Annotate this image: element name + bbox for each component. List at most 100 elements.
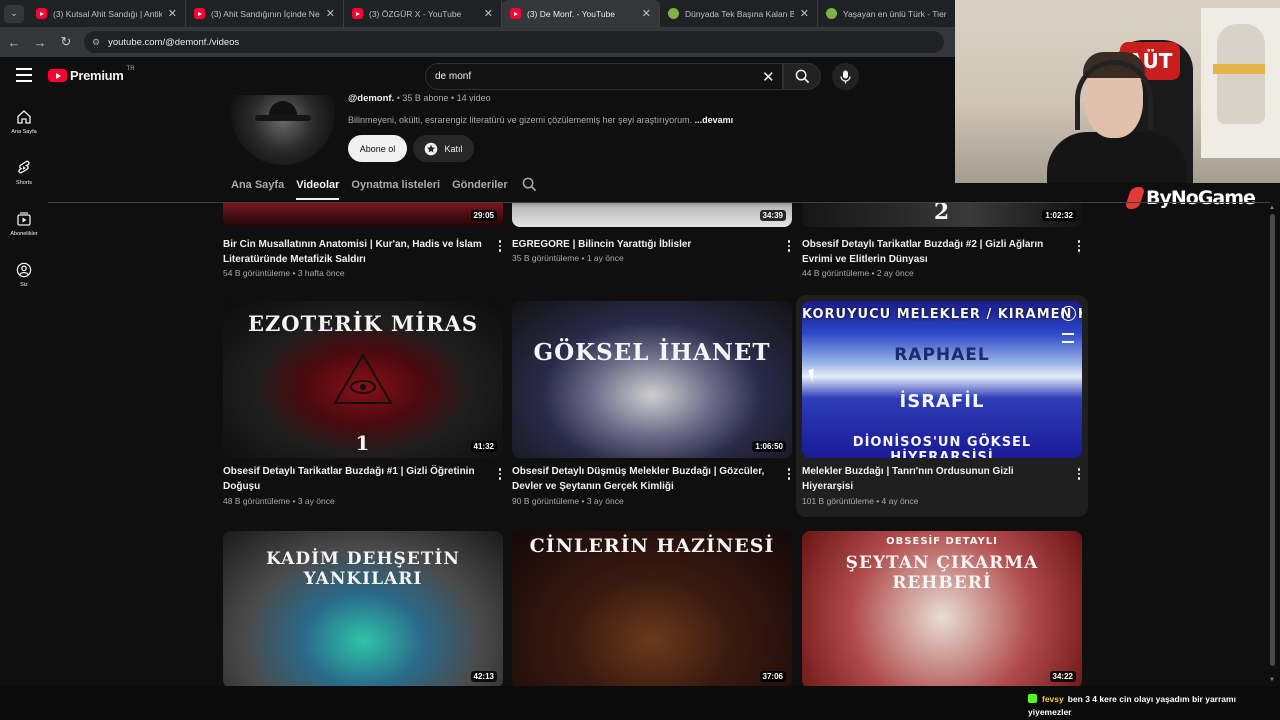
video-thumbnail[interactable]: GÖKSEL İHANET 1:06:50 [512, 301, 792, 458]
close-tab-icon[interactable]: ✕ [484, 7, 493, 20]
browser-tab-active[interactable]: (3) De Monf. - YouTube ✕ [502, 0, 660, 27]
tab-search-dropdown-icon[interactable]: ⌄ [4, 4, 24, 23]
browser-tab[interactable]: (3) Kutsal Ahit Sandığı | Antik M ✕ [28, 0, 186, 27]
watch-later-icon[interactable] [1061, 306, 1076, 321]
add-to-queue-icon[interactable] [1062, 333, 1074, 343]
video-meta: 54 B görüntüleme • 3 hafta önce [223, 268, 345, 278]
subscriber-count: 35 B abone [402, 93, 449, 103]
close-tab-icon[interactable]: ✕ [168, 7, 177, 20]
menu-icon[interactable] [16, 68, 32, 82]
channel-description[interactable]: Bilinmeyeni, okülti, esrarengiz literatü… [348, 115, 733, 125]
search-query: de monf [435, 71, 472, 82]
back-icon[interactable]: ← [2, 30, 26, 54]
channel-avatar[interactable] [231, 95, 335, 165]
video-thumbnail[interactable]: EZOTERİK MİRAS 1 41:32 [223, 301, 503, 458]
sidebar-item-home[interactable]: Ana Sayfa [0, 100, 48, 151]
browser-tab[interactable]: Yaşayan en ünlü Türk - Tier List [818, 0, 954, 27]
channel-search-icon[interactable] [522, 177, 537, 197]
description-text: Bilinmeyeni, okülti, esrarengiz literatü… [348, 115, 693, 125]
search-input[interactable]: de monf [425, 63, 783, 90]
video-thumbnail[interactable]: KADİM DEHŞETİN YANKILARI 42:13 [223, 531, 503, 686]
video-thumbnail[interactable]: KORUYUCU MELEKLER / KİRÂMEN KÂTİBİN RAPH… [802, 301, 1082, 458]
thumbnail-text: KADİM DEHŞETİN YANKILARI [266, 549, 460, 589]
video-thumbnail[interactable]: CİNLERİN HAZİNESİ 37:06 [512, 531, 792, 686]
youtube-icon [510, 8, 521, 19]
video-title[interactable]: Obsesif Detaylı Düşmüş Melekler Buzdağı … [512, 464, 774, 494]
scroll-up-icon[interactable]: ▲ [1269, 205, 1275, 211]
browser-tab-title: Dünyada Tek Başına Kalan Bir İr [685, 8, 794, 19]
tab-videos[interactable]: Videolar [296, 178, 340, 200]
youtube-logo[interactable]: Premium TR [48, 66, 135, 83]
sidebar-item-shorts[interactable]: Shorts [0, 151, 48, 202]
reload-icon[interactable]: ↻ [54, 30, 78, 54]
search-button[interactable] [783, 63, 821, 90]
video-title[interactable]: Obsesif Detaylı Tarikatlar Buzdağı #1 | … [223, 464, 485, 494]
browser-tab[interactable]: Dünyada Tek Başına Kalan Bir İr ✕ [660, 0, 818, 27]
browser-tab-title: (3) De Monf. - YouTube [527, 8, 616, 19]
upload-age: 2 ay önce [876, 268, 914, 278]
streamer-body [1047, 132, 1187, 183]
more-link[interactable]: ...devamı [695, 115, 734, 125]
thumbnail-text: ŞEYTAN ÇIKARMA REHBERİ [845, 553, 1039, 593]
video-title[interactable]: EGREGORE | Bilincin Yarattığı İblisler [512, 237, 774, 252]
video-title[interactable]: Obsesif Detaylı Tarikatlar Buzdağı #2 | … [802, 237, 1064, 267]
close-tab-icon[interactable]: ✕ [800, 7, 809, 20]
video-thumbnail[interactable]: 29:05 [223, 203, 503, 227]
youtube-icon [352, 8, 363, 19]
browser-tab[interactable]: (3) ÖZGÜR X - YouTube ✕ [344, 0, 502, 27]
channel-tabs: Ana Sayfa Videolar Oynatma listeleri Gön… [231, 177, 537, 200]
video-card[interactable]: GÖKSEL İHANET 1:06:50 Obsesif Detaylı Dü… [512, 301, 792, 511]
tab-home[interactable]: Ana Sayfa [231, 178, 284, 200]
tab-posts[interactable]: Gönderiler [452, 178, 508, 200]
webcam-overlay: AÜT [955, 0, 1280, 183]
upload-age: 3 ay önce [586, 496, 624, 506]
thumbnail-subtext: OBSESİF DETAYLI [886, 536, 998, 547]
more-actions-icon[interactable] [784, 239, 794, 253]
video-title[interactable]: Melekler Buzdağı | Tanrı'nın Ordusunun G… [802, 464, 1064, 494]
headset [1075, 60, 1153, 130]
more-actions-icon[interactable] [784, 467, 794, 481]
close-tab-icon[interactable]: ✕ [326, 7, 335, 20]
more-actions-icon[interactable] [495, 239, 505, 253]
voice-search-button[interactable] [832, 63, 859, 90]
video-title[interactable]: Bir Cin Musallatının Anatomisi | Kur'an,… [223, 237, 485, 267]
video-thumbnail[interactable]: OBSESİF DETAYLI ŞEYTAN ÇIKARMA REHBERİ 3… [802, 531, 1082, 686]
scroll-down-icon[interactable]: ▼ [1269, 677, 1275, 683]
video-card[interactable]: 2 1:02:32 Obsesif Detaylı Tarikatlar Buz… [802, 203, 1082, 283]
browser-tab[interactable]: (3) Ahit Sandığının İçinde Ne Va ✕ [186, 0, 344, 27]
forward-icon[interactable]: → [28, 30, 52, 54]
sidebar-item-label: Ana Sayfa [11, 129, 37, 135]
more-actions-icon[interactable] [1074, 467, 1084, 481]
view-count: 35 B görüntüleme [512, 253, 580, 263]
close-tab-icon[interactable]: ✕ [642, 7, 651, 20]
video-thumbnail[interactable]: 2 1:02:32 [802, 203, 1082, 227]
join-button[interactable]: Katıl [413, 135, 474, 162]
video-duration: 34:39 [759, 210, 786, 221]
video-card-hovered[interactable]: KORUYUCU MELEKLER / KİRÂMEN KÂTİBİN RAPH… [796, 295, 1088, 517]
thumbnail-text: GÖKSEL İHANET [533, 339, 771, 366]
clear-search-icon[interactable]: ✕ [762, 68, 775, 86]
star-badge-icon [425, 142, 438, 155]
video-card[interactable]: 29:05 Bir Cin Musallatının Anatomisi | K… [223, 203, 503, 283]
site-info-icon[interactable]: ⚙ [92, 37, 100, 48]
join-label: Katıl [444, 143, 463, 154]
scrollbar-thumb[interactable] [1270, 214, 1275, 666]
video-card[interactable]: 34:39 EGREGORE | Bilincin Yarattığı İbli… [512, 203, 792, 283]
more-actions-icon[interactable] [495, 467, 505, 481]
shorts-icon [18, 160, 30, 174]
tierlist-icon [826, 8, 837, 19]
video-duration: 42:13 [470, 671, 497, 682]
video-card[interactable]: CİNLERİN HAZİNESİ 37:06 [512, 531, 792, 686]
address-bar[interactable]: ⚙ youtube.com/@demonf./videos [84, 31, 944, 53]
home-icon [17, 110, 31, 124]
video-meta: 44 B görüntüleme • 2 ay önce [802, 268, 914, 278]
subscribe-button[interactable]: Abone ol [348, 135, 407, 162]
video-card[interactable]: KADİM DEHŞETİN YANKILARI 42:13 [223, 531, 503, 686]
tab-playlists[interactable]: Oynatma listeleri [351, 178, 440, 200]
youtube-icon [194, 8, 205, 19]
video-grid: 29:05 Bir Cin Musallatının Anatomisi | K… [0, 203, 1266, 686]
more-actions-icon[interactable] [1074, 239, 1084, 253]
video-thumbnail[interactable]: 34:39 [512, 203, 792, 227]
video-card[interactable]: OBSESİF DETAYLI ŞEYTAN ÇIKARMA REHBERİ 3… [802, 531, 1082, 686]
video-card[interactable]: EZOTERİK MİRAS 1 41:32 Obsesif Detaylı T… [223, 301, 503, 511]
